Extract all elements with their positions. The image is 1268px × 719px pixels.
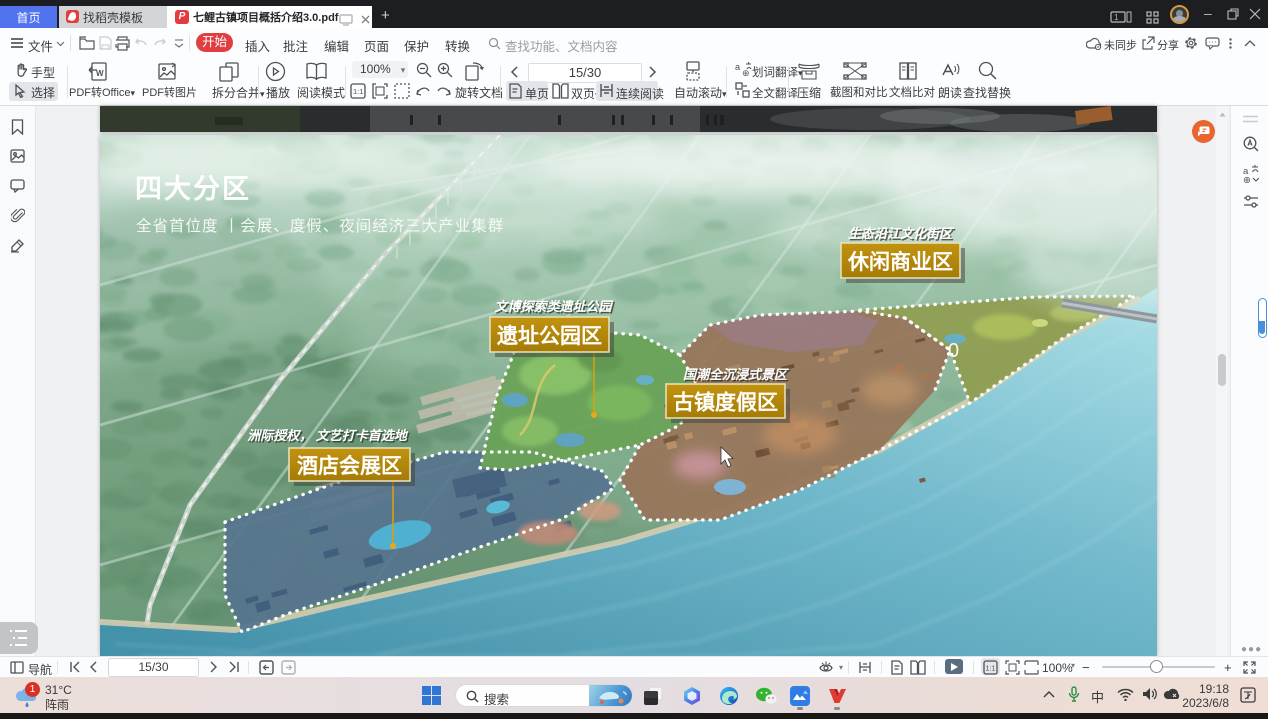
svg-text:0: 0 [948,340,959,362]
svg-text:全省首位度 丨会展、度假、夜间经济三大产业集群: 全省首位度 丨会展、度假、夜间经济三大产业集群 [136,217,504,235]
svg-text:文博探索类遗址公园: 文博探索类遗址公园 [494,299,613,314]
svg-text:酒店会展区: 酒店会展区 [297,454,402,478]
svg-text:生态沿江文化街区: 生态沿江文化街区 [848,226,954,241]
svg-text:古镇度假区: 古镇度假区 [673,390,778,414]
svg-text:国潮全沉浸式景区: 国潮全沉浸式景区 [683,367,789,382]
svg-text:遗址公园区: 遗址公园区 [496,325,602,348]
svg-text:1: 1 [1114,13,1119,22]
svg-text:a: a [735,62,740,72]
svg-text:⊕: ⊕ [742,68,750,77]
svg-text:⊕: ⊕ [1243,175,1251,183]
svg-text:休闲商业区: 休闲商业区 [847,250,953,274]
svg-text:1:1: 1:1 [986,666,996,673]
svg-text:1:1: 1:1 [353,87,363,96]
svg-text:W: W [96,69,104,78]
svg-text:洲际授权， 文艺打卡首选地: 洲际授权， 文艺打卡首选地 [247,428,409,443]
svg-text:四大分区: 四大分区 [135,174,251,204]
